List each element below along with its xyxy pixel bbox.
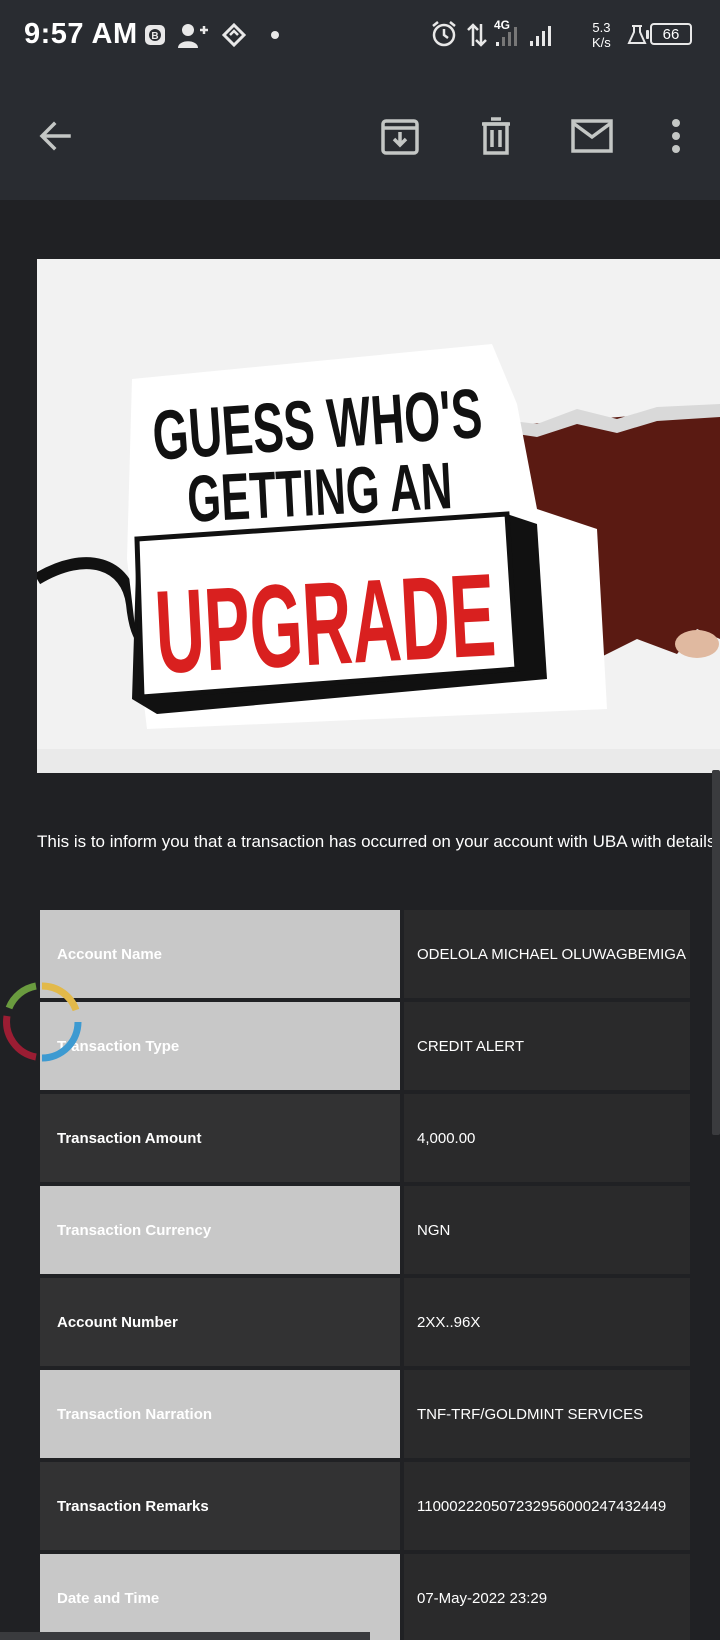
alarm-icon <box>432 21 456 47</box>
horizontal-scrollbar[interactable] <box>0 1632 370 1640</box>
add-contact-icon <box>178 24 208 48</box>
row-value: 2XX..96X <box>404 1278 690 1366</box>
more-vert-icon <box>672 119 680 153</box>
archive-button[interactable] <box>374 110 426 162</box>
table-row: Transaction Amount 4,000.00 <box>40 1094 690 1182</box>
row-value: TNF-TRF/GOLDMINT SERVICES <box>404 1370 690 1458</box>
net-speed-unit: K/s <box>592 35 611 50</box>
loading-spinner-icon <box>3 982 82 1062</box>
vertical-scrollbar[interactable] <box>712 770 720 1135</box>
transaction-intro-text: This is to inform you that a transaction… <box>37 832 716 851</box>
status-time: 9:57 AM <box>24 18 138 50</box>
arrow-left-icon <box>39 121 71 151</box>
promo-banner-image: GUESS WHO'S GETTING AN UPGRADE <box>37 259 720 773</box>
app-diamond-icon <box>222 23 246 47</box>
table-row: Account Number 2XX..96X <box>40 1278 690 1366</box>
mark-unread-button[interactable] <box>566 110 618 162</box>
table-row: Transaction Narration TNF-TRF/GOLDMINT S… <box>40 1370 690 1458</box>
table-row: Account Name ODELOLA MICHAEL OLUWAGBEMIG… <box>40 910 690 998</box>
battery-indicator: 66 <box>646 23 692 45</box>
status-bar: 9:57 AM B 4G 5.3 K/s 66 <box>0 0 720 72</box>
app-b-icon: B <box>145 25 165 45</box>
row-value: 4,000.00 <box>404 1094 690 1182</box>
row-label: Transaction Type <box>40 1002 400 1090</box>
row-label: Transaction Amount <box>40 1094 400 1182</box>
row-label: Date and Time <box>40 1554 400 1640</box>
row-label: Transaction Remarks <box>40 1462 400 1550</box>
row-value: 07-May-2022 23:29 <box>404 1554 690 1640</box>
net-speed: 5.3 K/s <box>592 20 611 50</box>
table-row: Transaction Currency NGN <box>40 1186 690 1274</box>
row-label: Account Number <box>40 1278 400 1366</box>
signal-icon <box>496 26 551 46</box>
back-button[interactable] <box>29 110 81 162</box>
lab-flask-icon <box>627 25 647 44</box>
table-row: Transaction Type CREDIT ALERT <box>40 1002 690 1090</box>
archive-icon <box>381 119 419 155</box>
row-value: CREDIT ALERT <box>404 1002 690 1090</box>
net-speed-value: 5.3 <box>592 20 611 35</box>
email-body: GUESS WHO'S GETTING AN UPGRADE This is t… <box>0 200 720 1640</box>
mail-icon <box>571 119 613 153</box>
banner-upgrade-text: UPGRADE <box>152 549 498 699</box>
data-transfer-icon <box>467 23 487 47</box>
delete-button[interactable] <box>470 110 522 162</box>
row-value: 110002220507232956000247432449 <box>404 1462 690 1550</box>
trash-icon <box>482 117 510 155</box>
notification-dot-icon <box>271 31 279 39</box>
row-label: Account Name <box>40 910 400 998</box>
table-row: Transaction Remarks 11000222050723295600… <box>40 1462 690 1550</box>
row-label: Transaction Narration <box>40 1370 400 1458</box>
row-label: Transaction Currency <box>40 1186 400 1274</box>
more-options-button[interactable] <box>650 110 702 162</box>
table-row: Date and Time 07-May-2022 23:29 <box>40 1554 690 1640</box>
row-value: ODELOLA MICHAEL OLUWAGBEMIGA <box>404 910 690 998</box>
email-toolbar <box>0 72 720 200</box>
svg-text:B: B <box>151 31 158 42</box>
row-value: NGN <box>404 1186 690 1274</box>
